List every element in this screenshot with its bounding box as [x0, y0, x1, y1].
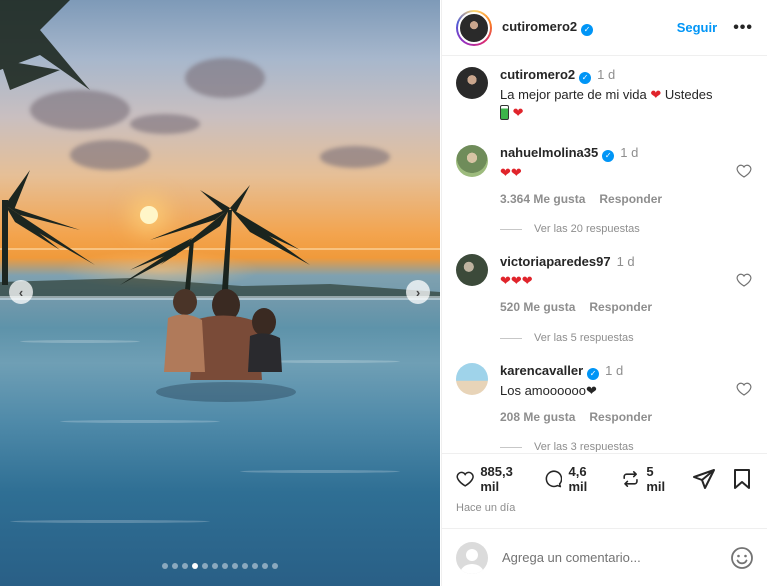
post-time-ago[interactable]: Hace un día [456, 502, 754, 514]
caption-time: 1 d [597, 67, 616, 82]
reply-button[interactable]: Responder [599, 192, 662, 206]
comment-time: 1 d [605, 363, 624, 378]
palm-trees-illustration [0, 0, 310, 402]
heart-emoji: ❤ [512, 105, 524, 120]
verified-badge-icon: ✓ [587, 368, 600, 380]
caption-avatar[interactable] [456, 67, 488, 99]
comment-body: karencavaller ✓ 1 d Los amoooooo❤ 208 Me g… [500, 363, 730, 424]
verified-badge-icon: ✓ [579, 72, 592, 84]
follow-button[interactable]: Seguir [677, 20, 717, 35]
verified-badge-icon: ✓ [581, 23, 594, 36]
author-name-wrap: cutiromero2 ✓ [502, 19, 594, 36]
carousel-dot [172, 563, 178, 569]
emoji-icon[interactable] [730, 546, 754, 570]
heart-icon[interactable] [736, 381, 752, 397]
view-replies-button[interactable]: Ver las 3 respuestas [500, 441, 634, 452]
caption-text-secondary: Ustedes [664, 87, 713, 102]
carousel-dot [272, 563, 278, 569]
chevron-left-icon: ‹ [18, 284, 24, 300]
carousel-dot [252, 563, 258, 569]
carousel-indicator [162, 563, 278, 569]
comment-likes[interactable]: 208 Me gusta [500, 410, 575, 424]
comment-text: ❤❤❤ [500, 273, 533, 288]
heart-icon[interactable] [736, 272, 752, 288]
repost-button[interactable]: 5 mil [621, 464, 670, 494]
post-actions: 885,3 mil 4,6 mil 5 mil Hace un día [442, 453, 767, 527]
carousel-dot [242, 563, 248, 569]
replies-divider [500, 337, 522, 339]
carousel-dot [222, 563, 228, 569]
comment-text: Los amoooooo❤ [500, 383, 597, 398]
replies-divider [500, 228, 522, 230]
commenter-avatar[interactable] [456, 363, 488, 395]
view-replies-label: Ver las 20 respuestas [534, 223, 640, 235]
carousel-dot [262, 563, 268, 569]
carousel-dot [192, 563, 198, 569]
likes-count: 885,3 mil [480, 464, 513, 494]
view-replies-label: Ver las 5 respuestas [534, 332, 634, 344]
more-icon[interactable]: ••• [733, 19, 753, 37]
author-avatar[interactable] [456, 9, 492, 46]
comments-list[interactable]: cutiromero2 ✓ 1 d La mejor parte de mi vid… [442, 57, 767, 452]
reply-button[interactable]: Responder [589, 410, 652, 424]
carousel-dot [212, 563, 218, 569]
view-replies-button[interactable]: Ver las 5 respuestas [500, 332, 634, 344]
caption-text-main: La mejor parte de mi vida [500, 87, 647, 102]
comments-count: 4,6 mil [568, 464, 588, 494]
chevron-right-icon: › [415, 284, 421, 300]
replies-divider [500, 446, 522, 448]
bookmark-icon[interactable] [730, 467, 754, 491]
caption-username[interactable]: cutiromero2 [500, 67, 575, 82]
reply-button[interactable]: Responder [589, 300, 652, 314]
comment-likes[interactable]: 520 Me gusta [500, 300, 575, 314]
commenter-username[interactable]: nahuelmolina35 [500, 145, 598, 160]
view-replies-label: Ver las 3 respuestas [534, 441, 634, 452]
comment-input[interactable] [502, 550, 702, 565]
like-button[interactable]: 885,3 mil [456, 464, 522, 494]
reposts-count: 5 mil [646, 464, 666, 494]
heart-icon[interactable] [736, 163, 752, 179]
comment-body: victoriaparedes97 1 d ❤❤❤ 520 Me gusta Res… [500, 254, 730, 314]
share-icon[interactable] [692, 467, 716, 491]
post-detail-panel: cutiromero2 ✓ Seguir ••• cutiromero2 ✓ 1 d … [441, 0, 767, 586]
comment-time: 1 d [616, 254, 635, 269]
comment-text: ❤❤ [500, 165, 522, 180]
author-username[interactable]: cutiromero2 [502, 19, 577, 34]
caption-text: La mejor parte de mi vida ❤ Ustedes ❤ [500, 86, 730, 122]
post-photo[interactable]: ‹ › [0, 0, 440, 586]
carousel-next-button[interactable]: › [406, 280, 430, 304]
comment-icon [545, 470, 563, 488]
carousel-prev-button[interactable]: ‹ [9, 280, 33, 304]
comment-likes[interactable]: 3.364 Me gusta [500, 192, 585, 206]
comment-body: nahuelmolina35 ✓ 1 d ❤❤ 3.364 Me gusta Resp… [500, 145, 730, 206]
carousel-dot [202, 563, 208, 569]
caption-body: cutiromero2 ✓ 1 d La mejor parte de mi vid… [500, 67, 730, 122]
view-replies-button[interactable]: Ver las 20 respuestas [500, 223, 640, 235]
current-user-avatar [456, 541, 488, 574]
comment-button[interactable]: 4,6 mil [544, 464, 599, 494]
add-comment-bar [442, 528, 767, 586]
carousel-dot [162, 563, 168, 569]
comment-time: 1 d [620, 145, 639, 160]
commenter-username[interactable]: victoriaparedes97 [500, 254, 611, 269]
carousel-dot [232, 563, 238, 569]
repost-icon [623, 471, 638, 487]
post-header: cutiromero2 ✓ Seguir ••• [442, 0, 767, 56]
heart-icon [456, 471, 474, 487]
commenter-avatar[interactable] [456, 145, 488, 177]
commenter-username[interactable]: karencavaller [500, 363, 583, 378]
commenter-avatar[interactable] [456, 254, 488, 286]
verified-badge-icon: ✓ [602, 150, 615, 162]
battery-emoji [500, 105, 509, 120]
heart-emoji: ❤ [650, 87, 662, 102]
carousel-dot [182, 563, 188, 569]
